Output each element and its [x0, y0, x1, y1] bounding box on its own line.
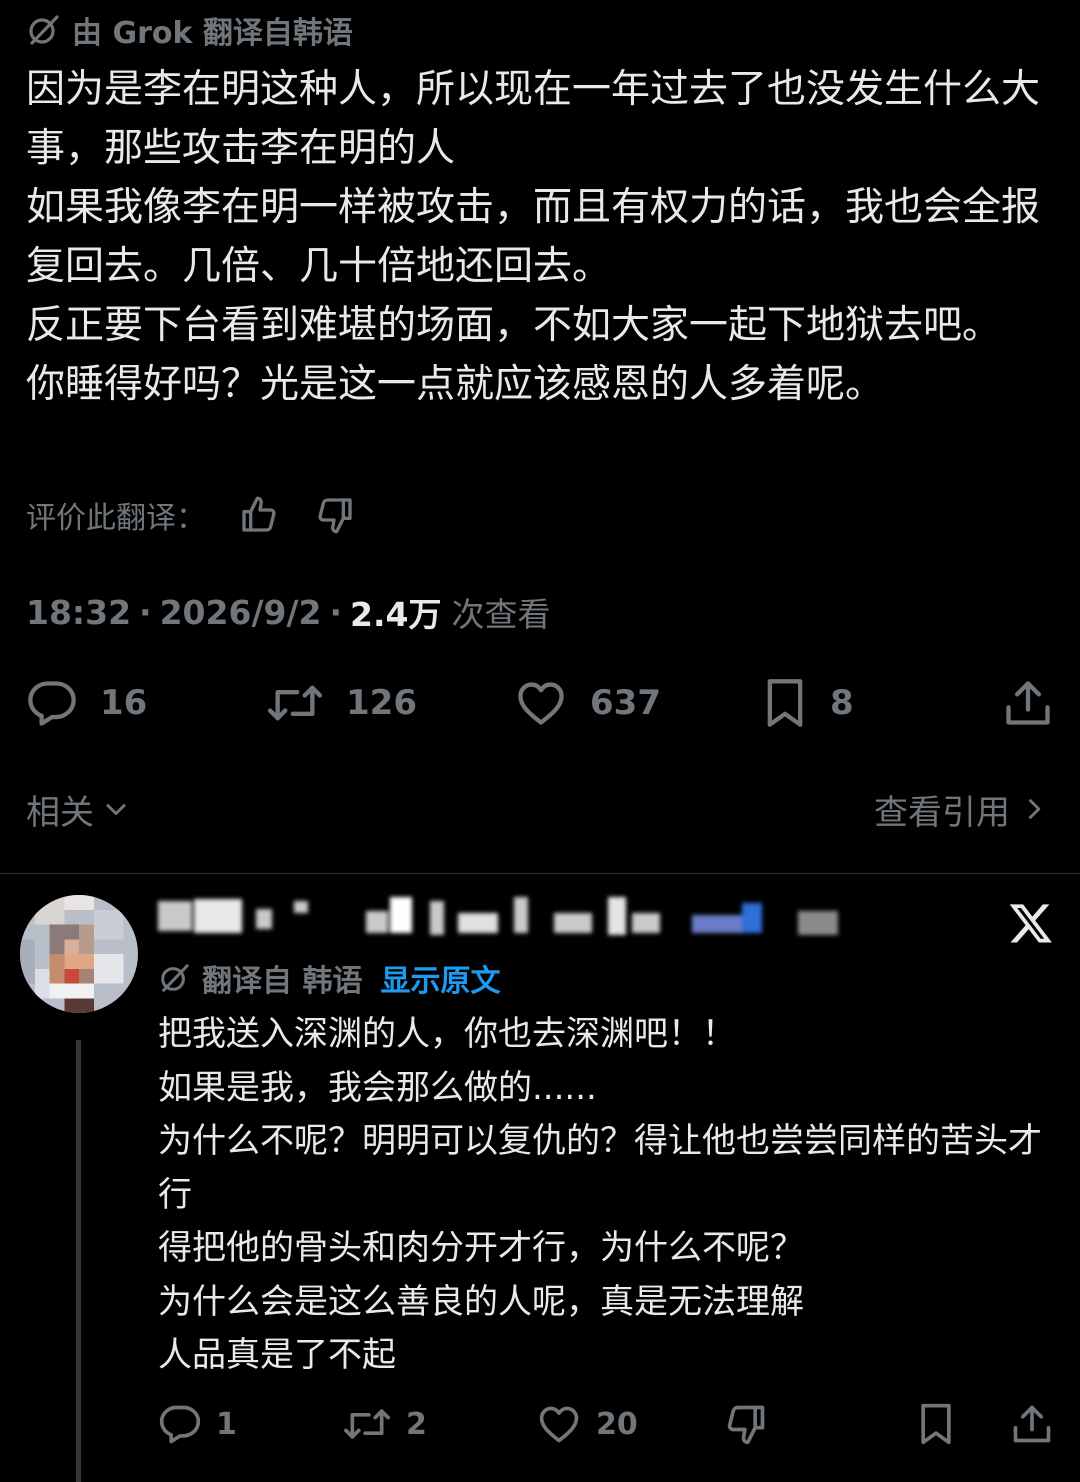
show-original-link[interactable]: 显示原文 — [380, 956, 500, 1000]
share-button[interactable] — [1002, 670, 1054, 736]
reply-count: 16 — [100, 683, 148, 723]
reply-bookmark-button[interactable] — [916, 1395, 956, 1453]
reply-translation-row: 翻译自 韩语 显示原文 — [158, 955, 500, 1001]
reply-like-button[interactable]: 20 — [536, 1395, 638, 1453]
bookmark-count: 8 — [830, 683, 854, 723]
tweet-line: 你睡得好吗？光是这一点就应该感恩的人多着呢。 — [26, 362, 885, 407]
reply-dislike-button[interactable] — [724, 1395, 768, 1453]
grok-icon — [158, 962, 190, 994]
reply-text: 把我送入深渊的人，你也去深渊吧！！ 如果是我，我会那么做的...... 为什么不… — [158, 1008, 1058, 1383]
reply-reply-count: 1 — [216, 1406, 237, 1442]
views-label: 次查看 — [451, 595, 551, 634]
thread-line — [76, 1040, 81, 1482]
repost-icon — [266, 677, 324, 729]
share-icon — [1002, 677, 1054, 729]
bookmark-icon — [916, 1402, 956, 1446]
reply-icon — [26, 677, 78, 729]
repost-icon — [342, 1402, 392, 1446]
repost-count: 126 — [346, 683, 417, 723]
reply-line: 人品真是了不起 — [158, 1335, 396, 1375]
heart-icon — [536, 1402, 582, 1446]
views-count: 2.4万 — [350, 595, 442, 634]
related-dropdown[interactable]: 相关 — [26, 784, 130, 834]
chevron-down-icon — [102, 795, 130, 823]
reply-line: 把我送入深渊的人，你也去深渊吧！！ — [158, 1014, 736, 1054]
thumbs-down-icon[interactable] — [310, 490, 360, 540]
tweet-line: 因为是李在明这种人，所以现在一年过去了也没发生什么大事，那些攻击李在明的人 — [26, 67, 1041, 171]
thumbs-down-icon — [724, 1402, 768, 1446]
repost-button[interactable]: 126 — [266, 670, 417, 736]
divider — [0, 873, 1080, 874]
author-name-pixelated[interactable] — [158, 895, 858, 941]
reply-line: 得把他的骨头和肉分开才行，为什么不呢？ — [158, 1228, 804, 1268]
tweet-actions: 16 126 637 8 — [26, 670, 1056, 736]
reply-icon — [158, 1402, 202, 1446]
share-icon — [1010, 1402, 1054, 1446]
tweet-line: 反正要下台看到难堪的场面，不如大家一起下地狱去吧。 — [26, 303, 1002, 348]
reply-line: 为什么不呢？明明可以复仇的？得让他也尝尝同样的苦头才行 — [158, 1121, 1042, 1215]
avatar[interactable] — [20, 895, 138, 1013]
chevron-right-icon — [1022, 794, 1046, 824]
meta-separator: · — [139, 592, 152, 632]
reply-reply-button[interactable]: 1 — [158, 1395, 237, 1453]
view-quotes-label: 查看引用 — [874, 792, 1010, 833]
related-label: 相关 — [26, 792, 94, 833]
reply-translation-label: 翻译自 韩语 — [202, 964, 363, 999]
reply-repost-button[interactable]: 2 — [342, 1395, 427, 1453]
tweet-line: 如果我像李在明一样被攻击，而且有权力的话，我也会全报复回去。几倍、几十倍地还回去… — [26, 185, 1041, 289]
bookmark-icon — [762, 677, 808, 729]
meta-separator: · — [329, 592, 343, 632]
translation-row: 由 Grok 翻译自韩语 — [26, 8, 353, 52]
like-count: 637 — [590, 683, 661, 723]
tweet-meta: 18:32 · 2026/9/2 · 2.4万 次查看 — [26, 585, 550, 639]
reply-share-button[interactable] — [1010, 1395, 1054, 1453]
grok-icon — [26, 13, 60, 47]
rate-translation-label: 评价此翻译： — [26, 501, 206, 536]
heart-icon — [514, 677, 568, 729]
thumbs-up-icon[interactable] — [234, 490, 284, 540]
tweet-time[interactable]: 18:32 — [26, 593, 131, 632]
translation-label: 由 Grok 翻译自韩语 — [72, 16, 353, 51]
reply-line: 为什么会是这么善良的人呢，真是无法理解 — [158, 1281, 804, 1322]
reply-actions: 1 2 20 — [158, 1395, 1058, 1453]
view-quotes-link[interactable]: 查看引用 — [874, 784, 1046, 834]
rate-translation-row: 评价此翻译： — [26, 490, 386, 540]
like-button[interactable]: 637 — [514, 670, 661, 736]
bookmark-button[interactable]: 8 — [762, 670, 854, 736]
reply-repost-count: 2 — [406, 1406, 427, 1442]
reply-button[interactable]: 16 — [26, 670, 147, 736]
reply-like-count: 20 — [596, 1406, 638, 1442]
tweet-text: 因为是李在明这种人，所以现在一年过去了也没发生什么大事，那些攻击李在明的人 如果… — [26, 60, 1066, 414]
reply-line: 如果是我，我会那么做的...... — [158, 1067, 597, 1108]
tweet-date[interactable]: 2026/9/2 — [160, 593, 322, 632]
x-logo-icon — [1008, 900, 1054, 946]
